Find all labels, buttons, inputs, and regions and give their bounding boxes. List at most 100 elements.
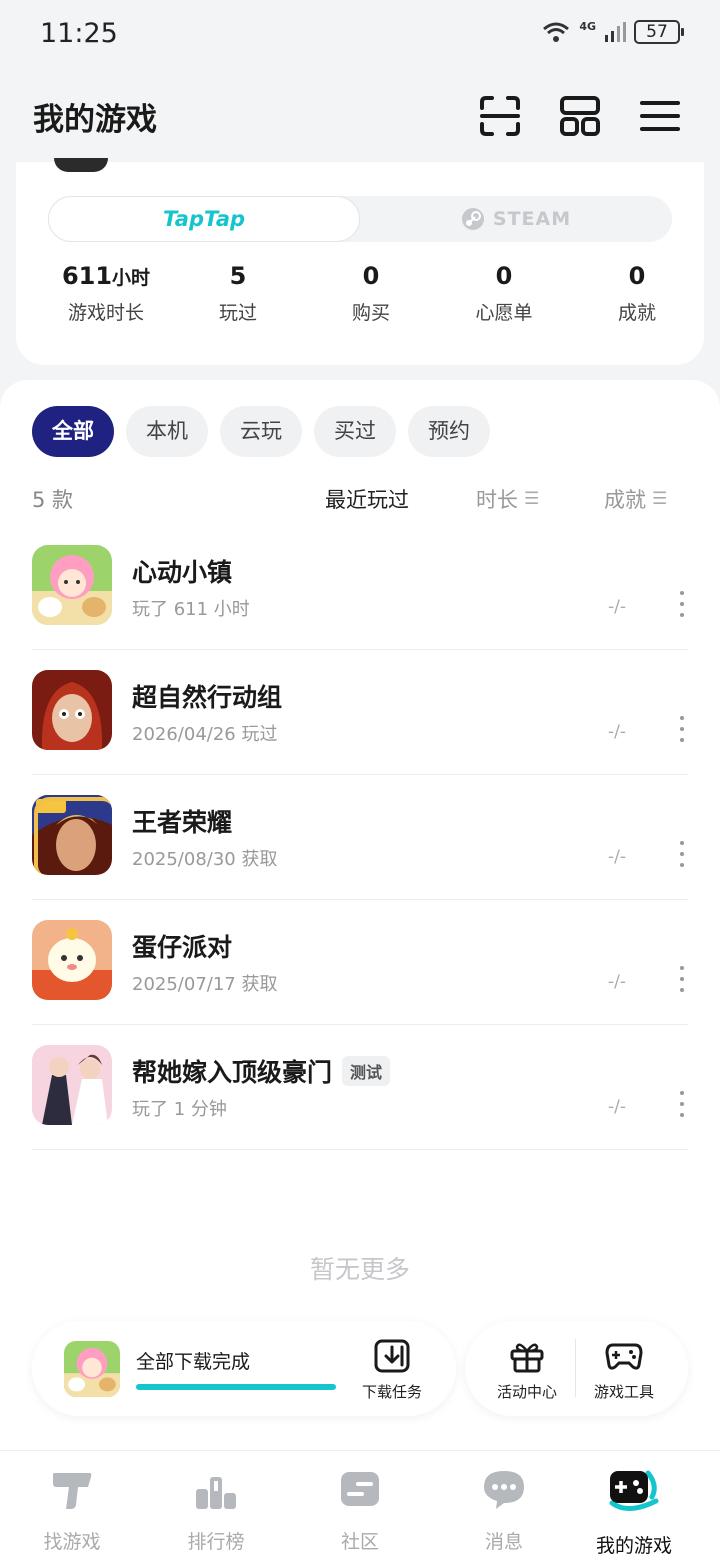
game-title: 王者荣耀 bbox=[132, 808, 233, 837]
game-achievement: -/- bbox=[608, 597, 626, 617]
game-row[interactable]: 超自然行动组 2026/04/26 玩过 -/- bbox=[32, 650, 688, 775]
game-row[interactable]: 蛋仔派对 2025/07/17 获取 -/- bbox=[32, 900, 688, 1025]
nav-label: 社区 bbox=[340, 1531, 379, 1553]
nav-messages[interactable]: 消息 bbox=[444, 1467, 564, 1554]
tools-panel: 活动中心 游戏工具 bbox=[465, 1321, 688, 1416]
stat-label: 游戏时长 bbox=[67, 302, 144, 324]
rankings-icon bbox=[196, 1477, 236, 1509]
status-bar: 11:25 4G 57 bbox=[0, 0, 720, 70]
game-icon-heartopia bbox=[32, 545, 112, 625]
nav-rankings[interactable]: 排行榜 bbox=[156, 1467, 276, 1554]
filter-all[interactable]: 全部 bbox=[32, 406, 114, 457]
stat-achievements[interactable]: 0 成就 bbox=[567, 262, 707, 325]
stat-value: 0 bbox=[362, 262, 380, 290]
download-progress-bar bbox=[136, 1384, 336, 1390]
taptap-tab[interactable]: TapTap bbox=[48, 196, 360, 242]
filter-bought[interactable]: 买过 bbox=[314, 406, 396, 457]
stat-value: 0 bbox=[495, 262, 513, 290]
game-row[interactable]: 王者荣耀 2025/08/30 获取 -/- bbox=[32, 775, 688, 900]
chat-bubble-icon bbox=[484, 1471, 524, 1509]
stat-purchased[interactable]: 0 购买 bbox=[301, 262, 441, 325]
game-subtitle: 玩了 1 分钟 bbox=[132, 1099, 227, 1120]
menu-icon[interactable] bbox=[638, 94, 682, 138]
grid-layout-icon[interactable] bbox=[558, 94, 602, 138]
activity-center-label: 活动中心 bbox=[496, 1383, 557, 1401]
game-title: 心动小镇 bbox=[132, 558, 233, 587]
game-subtitle: 玩了 611 小时 bbox=[132, 599, 250, 620]
game-name: 帮她嫁入顶级豪门 测试 bbox=[132, 1053, 391, 1089]
scan-icon[interactable] bbox=[478, 94, 522, 138]
download-tasks-label: 下载任务 bbox=[361, 1383, 422, 1401]
steam-label: STEAM bbox=[492, 208, 572, 230]
more-icon[interactable] bbox=[678, 716, 686, 742]
signal-icon bbox=[605, 22, 626, 42]
status-time: 11:25 bbox=[40, 18, 118, 49]
stat-label: 心愿单 bbox=[475, 302, 533, 324]
game-name: 超自然行动组 bbox=[132, 678, 282, 714]
nav-label: 排行榜 bbox=[187, 1531, 245, 1553]
network-type: 4G bbox=[579, 19, 596, 33]
more-icon[interactable] bbox=[678, 966, 686, 992]
stat-unit: 小时 bbox=[112, 267, 151, 289]
profile-card: TapTap STEAM 611小时 游戏时长 5 玩过 0 购买 0 心愿单 bbox=[16, 158, 704, 365]
sort-duration[interactable]: 时长 ☰ bbox=[476, 484, 539, 514]
sort-icon: ☰ bbox=[524, 489, 540, 509]
stat-wishlist[interactable]: 0 心愿单 bbox=[434, 262, 574, 325]
steam-icon bbox=[461, 208, 484, 230]
sort-achievement[interactable]: 成就 ☰ bbox=[604, 484, 667, 514]
nav-find-games[interactable]: 找游戏 bbox=[12, 1467, 132, 1554]
bottom-nav: 找游戏 排行榜 社区 消息 我的游戏 bbox=[0, 1450, 720, 1560]
game-count: 5 款 bbox=[32, 488, 74, 512]
more-icon[interactable] bbox=[678, 841, 686, 867]
wifi-icon bbox=[543, 22, 570, 42]
download-panel[interactable]: 全部下载完成 下载任务 bbox=[32, 1321, 456, 1416]
more-icon[interactable] bbox=[678, 1091, 686, 1117]
gamepad-icon bbox=[605, 1343, 643, 1370]
game-tools-button[interactable]: 游戏工具 bbox=[576, 1339, 672, 1402]
platform-toggle: TapTap STEAM bbox=[48, 196, 672, 242]
game-achievement: -/- bbox=[608, 972, 626, 992]
steam-tab[interactable]: STEAM bbox=[360, 196, 672, 242]
header: 我的游戏 bbox=[0, 70, 720, 162]
avatar[interactable] bbox=[54, 158, 108, 172]
stat-value: 0 bbox=[628, 262, 646, 290]
stat-label: 成就 bbox=[617, 302, 656, 324]
sort-recent[interactable]: 最近玩过 bbox=[325, 484, 409, 514]
stat-label: 购买 bbox=[351, 302, 390, 324]
activity-center-button[interactable]: 活动中心 bbox=[479, 1339, 575, 1402]
game-icon-eggy-party bbox=[32, 920, 112, 1000]
game-icon-marry-rich bbox=[32, 1045, 112, 1125]
filter-local[interactable]: 本机 bbox=[126, 406, 208, 457]
download-status: 全部下载完成 bbox=[136, 1351, 251, 1373]
nav-community[interactable]: 社区 bbox=[300, 1467, 420, 1554]
nav-label: 找游戏 bbox=[43, 1531, 101, 1553]
game-list-card: 全部 本机 云玩 买过 预约 5 款 最近玩过 时长 ☰ 成就 ☰ 心动小镇 玩了 … bbox=[0, 380, 720, 1450]
more-icon[interactable] bbox=[678, 591, 686, 617]
download-tasks-button[interactable]: 下载任务 bbox=[352, 1339, 432, 1402]
battery-level: 57 bbox=[646, 22, 668, 42]
battery-icon: 57 bbox=[634, 20, 684, 44]
game-icon-honor-of-kings bbox=[32, 795, 112, 875]
sort-icon: ☰ bbox=[652, 489, 668, 509]
filter-reserved[interactable]: 预约 bbox=[408, 406, 490, 457]
stat-playtime[interactable]: 611小时 游戏时长 bbox=[36, 262, 176, 325]
game-subtitle: 2026/04/26 玩过 bbox=[132, 724, 278, 745]
game-name: 蛋仔派对 bbox=[132, 928, 232, 964]
stats-row: 611小时 游戏时长 5 玩过 0 购买 0 心愿单 0 成就 bbox=[16, 262, 704, 332]
download-icon bbox=[374, 1339, 410, 1373]
game-subtitle: 2025/08/30 获取 bbox=[132, 849, 278, 870]
download-app-icon bbox=[64, 1341, 120, 1397]
nav-my-games[interactable]: 我的游戏 bbox=[574, 1467, 694, 1558]
community-icon bbox=[341, 1472, 379, 1506]
stat-played[interactable]: 5 玩过 bbox=[168, 262, 308, 325]
my-games-icon bbox=[609, 1470, 659, 1511]
sort-duration-label: 时长 bbox=[476, 488, 518, 512]
game-icon-supernatural bbox=[32, 670, 112, 750]
nav-label: 我的游戏 bbox=[595, 1535, 672, 1557]
game-subtitle: 2025/07/17 获取 bbox=[132, 974, 278, 995]
game-achievement: -/- bbox=[608, 1097, 626, 1117]
filter-cloud[interactable]: 云玩 bbox=[220, 406, 302, 457]
game-row[interactable]: 心动小镇 玩了 611 小时 -/- bbox=[32, 525, 688, 650]
beta-tag: 测试 bbox=[342, 1056, 391, 1086]
game-row[interactable]: 帮她嫁入顶级豪门 测试 玩了 1 分钟 -/- bbox=[32, 1025, 688, 1150]
